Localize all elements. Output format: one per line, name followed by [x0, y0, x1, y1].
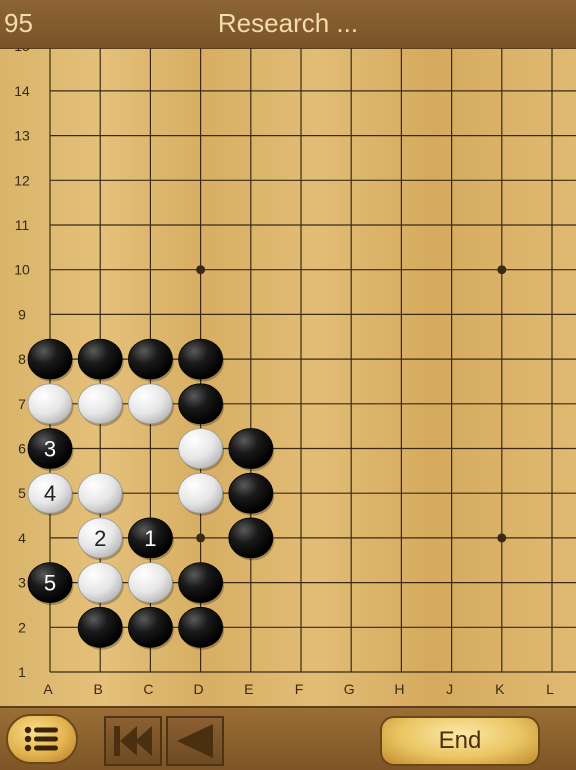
white-stone-B4: 2: [77, 517, 124, 561]
black-stone-E6: [228, 428, 275, 471]
stone-move-label: 2: [94, 526, 106, 551]
top-bar: 95 Research ...: [0, 0, 576, 49]
column-label-B: B: [94, 681, 103, 697]
black-stone-D2: [178, 606, 225, 650]
white-stone-D5: [178, 472, 225, 516]
row-label-1: 1: [18, 664, 26, 680]
row-label-2: 2: [18, 619, 26, 635]
column-label-E: E: [244, 681, 253, 697]
column-label-F: F: [295, 681, 304, 697]
previous-move-icon: [177, 724, 213, 758]
stone-move-label: 5: [44, 571, 56, 596]
row-label-4: 4: [18, 530, 26, 546]
row-label-13: 13: [14, 128, 30, 144]
row-label-6: 6: [18, 441, 26, 457]
row-label-14: 14: [14, 83, 30, 99]
list-icon: [24, 726, 58, 752]
stone-move-label: 1: [144, 526, 156, 551]
stones: 3 4 2 1 5: [27, 338, 275, 650]
white-stone-C7: [127, 383, 174, 427]
menu-button[interactable]: [6, 714, 78, 764]
black-stone-E4: [228, 517, 275, 561]
black-stone-B8: [77, 338, 124, 382]
column-label-D: D: [194, 681, 204, 697]
black-stone-C4: 1: [127, 517, 174, 561]
first-move-button[interactable]: [104, 716, 162, 766]
row-labels: 15 14 13 12 11 10 9 8 7 6 5 4 3 2 1: [14, 48, 30, 680]
black-stone-C8: [127, 338, 174, 382]
row-label-5: 5: [18, 485, 26, 501]
column-label-C: C: [143, 681, 153, 697]
stone-move-label: 4: [44, 481, 56, 506]
white-stone-C3: [127, 562, 174, 606]
column-label-J: J: [446, 681, 453, 697]
black-stone-E5: [228, 472, 275, 516]
black-stone-D3: [178, 562, 225, 606]
black-stone-D8: [178, 338, 225, 382]
row-label-11: 11: [15, 217, 30, 233]
star-point-D4: [196, 533, 206, 543]
black-stone-A6: 3: [27, 428, 74, 471]
row-label-9: 9: [18, 306, 26, 322]
page-title: Research ...: [217, 8, 359, 38]
star-point-K10: [497, 265, 507, 275]
skip-to-start-icon: [114, 726, 152, 756]
white-stone-B5: [77, 472, 124, 516]
black-stone-A3: 5: [27, 562, 74, 606]
end-button[interactable]: End: [380, 716, 540, 766]
column-labels: ABCDEFGHJKL: [43, 681, 554, 697]
white-stone-B3: [77, 562, 124, 606]
row-label-3: 3: [18, 575, 26, 591]
row-label-8: 8: [18, 351, 26, 367]
white-stone-A5: 4: [27, 472, 74, 516]
black-stone-A8: [27, 338, 74, 382]
column-label-A: A: [43, 681, 53, 697]
black-stone-D7: [178, 383, 225, 427]
row-label-15: 15: [14, 48, 30, 54]
column-label-G: G: [344, 681, 355, 697]
white-stone-A7: [27, 383, 74, 427]
previous-move-button[interactable]: [166, 716, 224, 766]
row-label-10: 10: [14, 262, 30, 278]
column-label-H: H: [394, 681, 404, 697]
column-label-K: K: [495, 681, 505, 697]
bottom-toolbar: End: [0, 706, 576, 770]
star-point-K4: [497, 533, 507, 543]
stone-move-label: 3: [44, 437, 56, 462]
star-point-D10: [196, 265, 206, 275]
go-board[interactable]: ABCDEFGHJKL 151413121110987654321 34215: [0, 48, 576, 706]
row-label-7: 7: [18, 396, 26, 412]
white-stone-B7: [77, 383, 124, 427]
row-label-12: 12: [14, 172, 30, 188]
black-stone-C2: [127, 606, 174, 650]
black-stone-B2: [77, 606, 124, 650]
column-label-L: L: [546, 681, 554, 697]
white-stone-D6: [178, 428, 225, 471]
